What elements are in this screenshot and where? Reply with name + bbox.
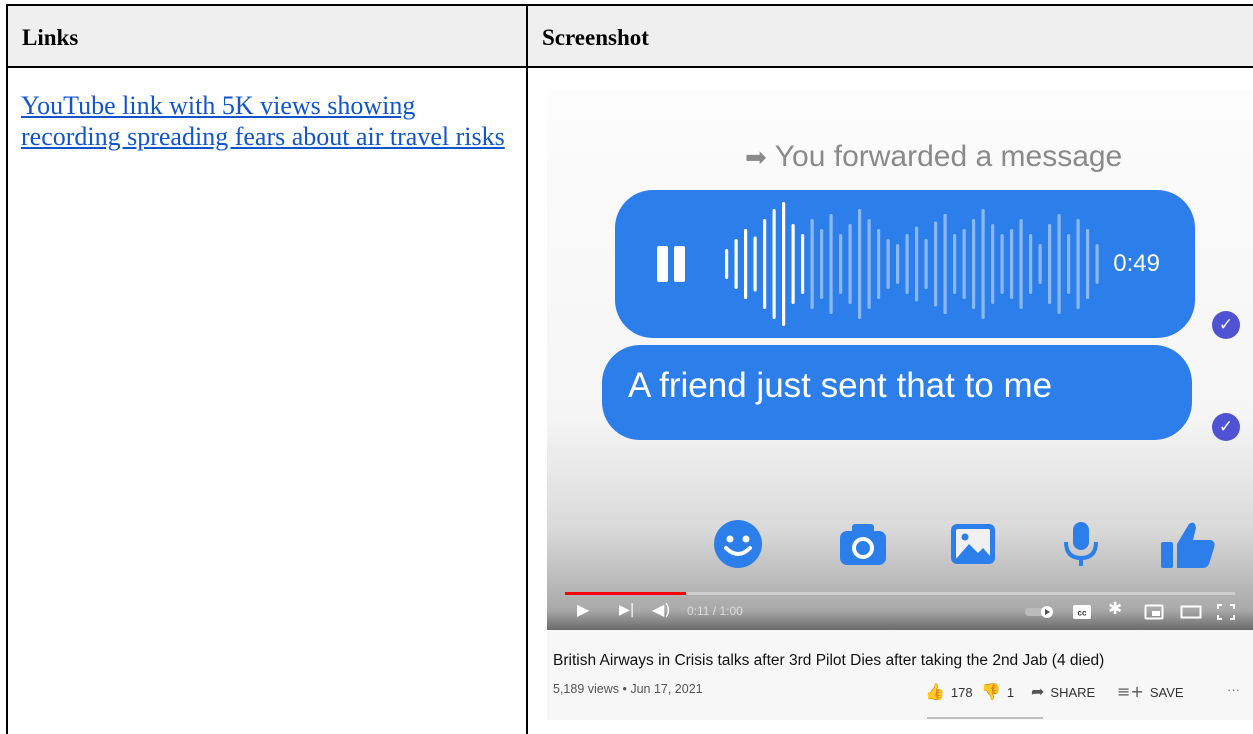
header-screenshot-label: Screenshot: [542, 25, 649, 50]
player-controls: ▶ ▶| ◀) 0:11 / 1:00 cc ✱: [547, 595, 1253, 630]
youtube-link[interactable]: YouTube link with 5K views showing recor…: [21, 90, 521, 152]
image-icon: [951, 524, 995, 564]
thumbs-up-small-icon: 👍: [925, 682, 945, 701]
voice-message-bubble: 0:49: [615, 190, 1195, 338]
microphone-icon: [1064, 522, 1098, 566]
miniplayer-icon[interactable]: [1144, 604, 1164, 620]
share-button[interactable]: ➦ SHARE: [1031, 682, 1095, 701]
share-label: SHARE: [1050, 685, 1096, 700]
save-button[interactable]: ≡+ SAVE: [1117, 682, 1184, 701]
message-text: A friend just sent that to me: [628, 366, 1053, 405]
fullscreen-icon[interactable]: [1217, 604, 1235, 620]
like-ratio-bar: [927, 717, 1043, 719]
text-message-bubble: A friend just sent that to me: [602, 345, 1192, 440]
like-button[interactable]: 👍 178: [925, 682, 973, 701]
video-frame: ➡ You forwarded a message 0:49 ✓ A friend…: [547, 90, 1253, 630]
video-views-date: 5,189 views • Jun 17, 2021: [553, 682, 703, 696]
read-check-icon-2: ✓: [1212, 413, 1240, 441]
table-border-middle: [526, 66, 528, 734]
thumbs-up-icon: [1161, 522, 1215, 568]
video-time: 0:11 / 1:00: [687, 604, 743, 618]
thumbs-down-icon: 👎: [981, 682, 1001, 701]
autoplay-toggle-icon[interactable]: [1025, 605, 1057, 619]
like-count: 178: [950, 685, 973, 700]
volume-icon[interactable]: ◀): [652, 600, 671, 619]
read-check-icon: ✓: [1212, 311, 1240, 339]
share-arrow-icon: ➦: [1031, 682, 1045, 701]
table-header-screenshot: Screenshot: [526, 4, 1253, 68]
youtube-screenshot: ➡ You forwarded a message 0:49 ✓ A friend…: [547, 90, 1253, 720]
theater-icon[interactable]: [1180, 605, 1202, 619]
table-header-links: Links: [6, 4, 527, 68]
voice-duration: 0:49: [1113, 250, 1160, 277]
save-label: SAVE: [1149, 685, 1184, 700]
pause-icon: [657, 246, 687, 282]
svg-text:cc: cc: [1078, 609, 1087, 618]
settings-icon[interactable]: ✱: [1108, 599, 1122, 619]
playlist-add-icon: ≡+: [1117, 682, 1144, 701]
messenger-toolbar: [547, 510, 1253, 580]
forward-arrow-icon: ➡: [745, 142, 767, 172]
play-icon[interactable]: ▶: [577, 600, 589, 619]
video-actions: 👍 178 👎 1 ➦ SHARE ≡+ SAVE ···: [925, 680, 1253, 702]
waveform-icon: [725, 202, 1099, 326]
forwarded-label: ➡ You forwarded a message: [745, 140, 1122, 174]
cc-icon[interactable]: cc: [1072, 604, 1092, 620]
dislike-button[interactable]: 👎 1: [981, 682, 1014, 701]
camera-icon: [840, 524, 886, 565]
next-icon[interactable]: ▶|: [619, 602, 634, 618]
dislike-count: 1: [1006, 685, 1015, 700]
more-button[interactable]: ···: [1227, 682, 1240, 697]
emoji-icon: [714, 520, 762, 568]
forwarded-text: You forwarded a message: [774, 140, 1123, 173]
table-border-left: [6, 66, 8, 734]
video-title[interactable]: British Airways in Crisis talks after 3r…: [553, 652, 1104, 670]
header-links-label: Links: [22, 25, 79, 50]
comparison-table: Links Screenshot YouTube link with 5K vi…: [0, 0, 1253, 734]
